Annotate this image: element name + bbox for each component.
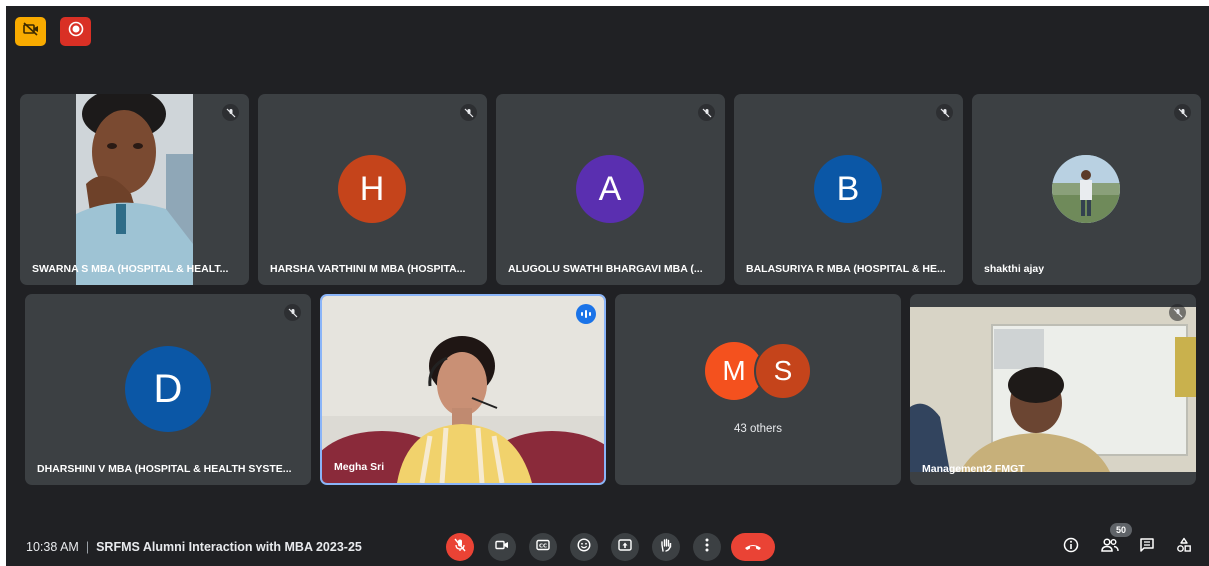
mic-muted-indicator: [1169, 304, 1186, 321]
captions-button[interactable]: CC: [529, 533, 557, 561]
reactions-button[interactable]: [570, 533, 598, 561]
captions-icon: CC: [536, 538, 550, 556]
avatar-initial: A: [598, 169, 622, 208]
mic-muted-indicator: [698, 104, 715, 121]
camera-off-badge[interactable]: [15, 17, 46, 46]
participant-avatar: D: [125, 346, 211, 432]
more-options-button[interactable]: [693, 533, 721, 561]
others-avatar: S: [754, 342, 812, 400]
meeting-info-separator: |: [85, 540, 90, 554]
participant-count-badge: 50: [1110, 523, 1132, 537]
camera-icon: [495, 538, 509, 556]
mic-muted-indicator: [1174, 104, 1191, 121]
end-call-icon: [744, 538, 762, 556]
svg-text:CC: CC: [539, 544, 547, 550]
recording-badge[interactable]: [60, 17, 91, 46]
speaking-indicator: [576, 304, 596, 324]
raise-hand-button[interactable]: [652, 533, 680, 561]
others-count-label: 43 others: [734, 423, 782, 435]
activities-icon: [1176, 537, 1192, 558]
participant-name: ALUGOLU SWATHI BHARGAVI MBA (...: [508, 263, 703, 275]
participant-tile[interactable]: B BALASURIYA R MBA (HOSPITAL & HE...: [734, 94, 963, 285]
participant-video: [910, 307, 1196, 472]
participant-video: [76, 94, 193, 285]
avatar-initial: S: [773, 355, 793, 386]
activities-button[interactable]: [1173, 536, 1195, 558]
meeting-details-button[interactable]: [1060, 536, 1082, 558]
chat-icon: [1139, 537, 1155, 558]
participant-name: DHARSHINI V MBA (HOSPITAL & HEALTH SYSTE…: [37, 463, 292, 475]
meeting-stage: SWARNA S MBA (HOSPITAL & HEALT... H HARS…: [6, 6, 1209, 566]
participant-video: [322, 296, 604, 483]
avatar-initial: H: [359, 169, 385, 208]
avatar-initial: M: [722, 355, 746, 386]
camera-button[interactable]: [488, 533, 516, 561]
chat-button[interactable]: [1136, 536, 1158, 558]
info-icon: [1063, 537, 1079, 558]
participant-tile[interactable]: shakthi ajay: [972, 94, 1201, 285]
record-icon: [68, 21, 84, 42]
participant-tile[interactable]: D DHARSHINI V MBA (HOSPITAL & HEALTH SYS…: [25, 294, 311, 485]
others-tile[interactable]: M S 43 others: [615, 294, 901, 485]
mic-muted-indicator: [936, 104, 953, 121]
participant-photo-avatar: [1052, 155, 1120, 223]
mic-muted-indicator: [284, 304, 301, 321]
avatar-initial: B: [836, 169, 860, 208]
avatar-initial: D: [153, 366, 183, 411]
mic-muted-indicator: [460, 104, 477, 121]
more-options-icon: [705, 538, 709, 557]
meeting-title: SRFMS Alumni Interaction with MBA 2023-2…: [96, 540, 362, 554]
participant-avatar: H: [338, 155, 406, 223]
participant-tile[interactable]: H HARSHA VARTHINI M MBA (HOSPITA...: [258, 94, 487, 285]
meeting-time: 10:38 AM: [26, 540, 79, 554]
microphone-button[interactable]: [446, 533, 474, 561]
camera-off-icon: [22, 22, 39, 41]
meeting-info: 10:38 AM | SRFMS Alumni Interaction with M…: [26, 540, 362, 554]
leave-call-button[interactable]: [731, 533, 775, 561]
participant-name: SWARNA S MBA (HOSPITAL & HEALT...: [32, 263, 229, 275]
participant-name: Megha Sri: [334, 461, 385, 473]
participant-name: HARSHA VARTHINI M MBA (HOSPITA...: [270, 263, 466, 275]
participant-name: Management2 FMGT: [922, 463, 1025, 475]
participant-tile-active-speaker[interactable]: Megha Sri: [320, 294, 606, 485]
people-button[interactable]: [1099, 536, 1121, 558]
raise-hand-icon: [659, 538, 673, 557]
present-button[interactable]: [611, 533, 639, 561]
participant-name: BALASURIYA R MBA (HOSPITAL & HE...: [746, 263, 946, 275]
participant-avatar: A: [576, 155, 644, 223]
people-icon: [1101, 537, 1119, 557]
emoji-icon: [577, 537, 591, 557]
mic-muted-indicator: [222, 104, 239, 121]
participant-tile[interactable]: SWARNA S MBA (HOSPITAL & HEALT...: [20, 94, 249, 285]
present-icon: [618, 538, 632, 556]
participant-tile[interactable]: A ALUGOLU SWATHI BHARGAVI MBA (...: [496, 94, 725, 285]
participant-tile[interactable]: Management2 FMGT: [910, 294, 1196, 485]
participant-avatar: B: [814, 155, 882, 223]
participant-name: shakthi ajay: [984, 263, 1045, 275]
mic-off-icon: [453, 538, 467, 557]
